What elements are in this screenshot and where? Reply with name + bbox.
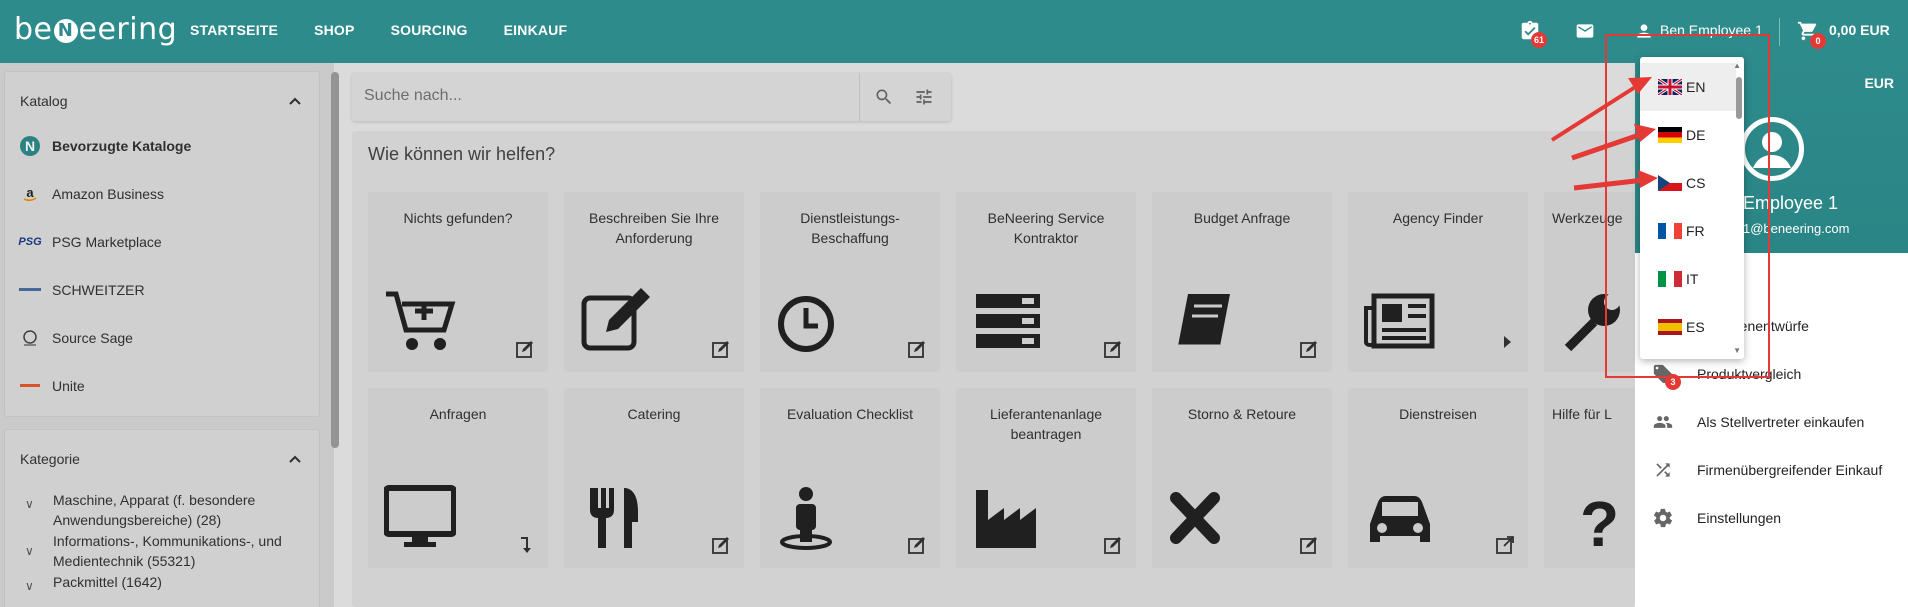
- language-scrollbar[interactable]: [1736, 77, 1742, 119]
- top-bar: be Neering STARTSEITE SHOP SOURCING EINKA…: [0, 0, 1908, 63]
- fr-flag-icon: [1658, 223, 1682, 239]
- tag-icon: 3: [1651, 362, 1681, 390]
- employee-email: 1@beneering.com: [1743, 221, 1850, 236]
- employee-name: Employee 1: [1743, 193, 1839, 213]
- backdrop-overlay[interactable]: [0, 63, 1635, 607]
- people-icon: [1651, 410, 1675, 434]
- language-option-de[interactable]: DE: [1640, 111, 1736, 159]
- cart-icon[interactable]: 0: [1796, 20, 1826, 49]
- avatar: [1740, 117, 1804, 181]
- user-icon[interactable]: [1634, 21, 1654, 46]
- nav-startseite[interactable]: STARTSEITE: [190, 22, 278, 38]
- mail-icon[interactable]: [1574, 21, 1596, 46]
- currency-label[interactable]: EUR: [1864, 75, 1894, 91]
- language-option-it[interactable]: IT: [1640, 255, 1736, 303]
- cz-flag-icon: [1658, 175, 1682, 191]
- language-option-en[interactable]: EN: [1640, 63, 1736, 111]
- language-option-fr[interactable]: FR: [1640, 207, 1736, 255]
- language-option-cs[interactable]: CS: [1640, 159, 1736, 207]
- language-option-es[interactable]: ES: [1640, 303, 1736, 351]
- language-dropdown: EN DE CS FR IT ES ▲ ▼: [1640, 57, 1744, 359]
- main-nav: STARTSEITE SHOP SOURCING EINKAUF: [190, 22, 603, 38]
- tasks-icon[interactable]: 61: [1519, 20, 1547, 48]
- it-flag-icon: [1658, 271, 1682, 287]
- de-flag-icon: [1658, 127, 1682, 143]
- compare-badge: 3: [1665, 374, 1681, 390]
- gear-icon: [1651, 506, 1675, 530]
- beneering-logo[interactable]: be Neering: [14, 12, 177, 47]
- header-divider: [1779, 18, 1780, 46]
- nav-sourcing[interactable]: SOURCING: [391, 22, 468, 38]
- menu-stellvertreter[interactable]: Als Stellvertreter einkaufen: [1651, 410, 1864, 434]
- nav-einkauf[interactable]: EINKAUF: [504, 22, 568, 38]
- shuffle-icon: [1651, 458, 1675, 482]
- menu-firmenuebergreifend[interactable]: Firmenübergreifender Einkauf: [1651, 458, 1882, 482]
- uk-flag-icon: [1658, 79, 1682, 95]
- tasks-badge: 61: [1531, 32, 1547, 48]
- user-name[interactable]: Ben Employee 1: [1660, 22, 1763, 38]
- nav-shop[interactable]: SHOP: [314, 22, 354, 38]
- menu-einstellungen[interactable]: Einstellungen: [1651, 506, 1781, 530]
- cart-badge: 0: [1810, 33, 1826, 49]
- cart-total[interactable]: 0,00 EUR: [1829, 22, 1890, 38]
- es-flag-icon: [1658, 319, 1682, 335]
- scroll-up-icon[interactable]: ▲: [1733, 61, 1741, 70]
- scroll-down-icon[interactable]: ▼: [1733, 346, 1741, 355]
- menu-produktvergleich[interactable]: 3 Produktvergleich: [1651, 362, 1801, 390]
